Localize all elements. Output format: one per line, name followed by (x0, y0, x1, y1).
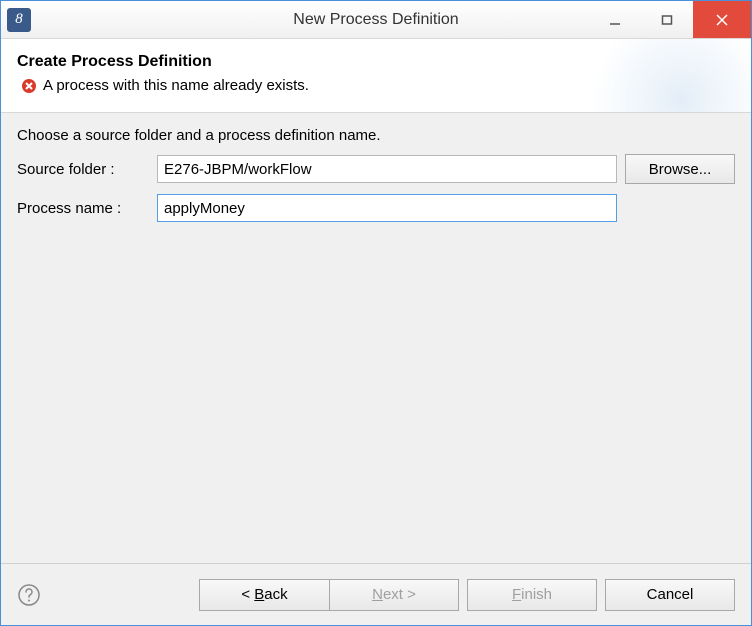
process-name-label: Process name : (17, 200, 149, 217)
nav-button-group: < Back Next > (199, 579, 459, 611)
close-icon (715, 13, 729, 27)
minimize-button[interactable] (589, 1, 641, 38)
source-folder-row: Source folder : Browse... (17, 154, 735, 184)
next-button[interactable]: Next > (329, 579, 459, 611)
close-button[interactable] (693, 1, 751, 38)
source-folder-input[interactable] (157, 155, 617, 183)
instruction-text: Choose a source folder and a process def… (17, 127, 735, 144)
error-icon (21, 78, 37, 94)
window-controls (589, 1, 751, 38)
cancel-button[interactable]: Cancel (605, 579, 735, 611)
help-icon[interactable] (17, 583, 41, 607)
minimize-icon (609, 14, 621, 26)
maximize-icon (661, 14, 673, 26)
dialog-window: 8 New Process Definition Create Process … (0, 0, 752, 626)
app-icon: 8 (7, 8, 31, 32)
error-message-text: A process with this name already exists. (43, 77, 309, 94)
source-folder-label: Source folder : (17, 161, 149, 178)
header-title: Create Process Definition (17, 53, 735, 71)
header-panel: Create Process Definition A process with… (1, 39, 751, 113)
process-name-input[interactable] (157, 194, 617, 222)
browse-button[interactable]: Browse... (625, 154, 735, 184)
header-decoration (591, 39, 751, 113)
error-message-row: A process with this name already exists. (17, 77, 735, 94)
finish-button[interactable]: Finish (467, 579, 597, 611)
process-name-row: Process name : (17, 194, 735, 222)
content-area: Choose a source folder and a process def… (1, 113, 751, 563)
titlebar[interactable]: 8 New Process Definition (1, 1, 751, 39)
back-button[interactable]: < Back (199, 579, 329, 611)
maximize-button[interactable] (641, 1, 693, 38)
footer-bar: < Back Next > Finish Cancel (1, 563, 751, 625)
